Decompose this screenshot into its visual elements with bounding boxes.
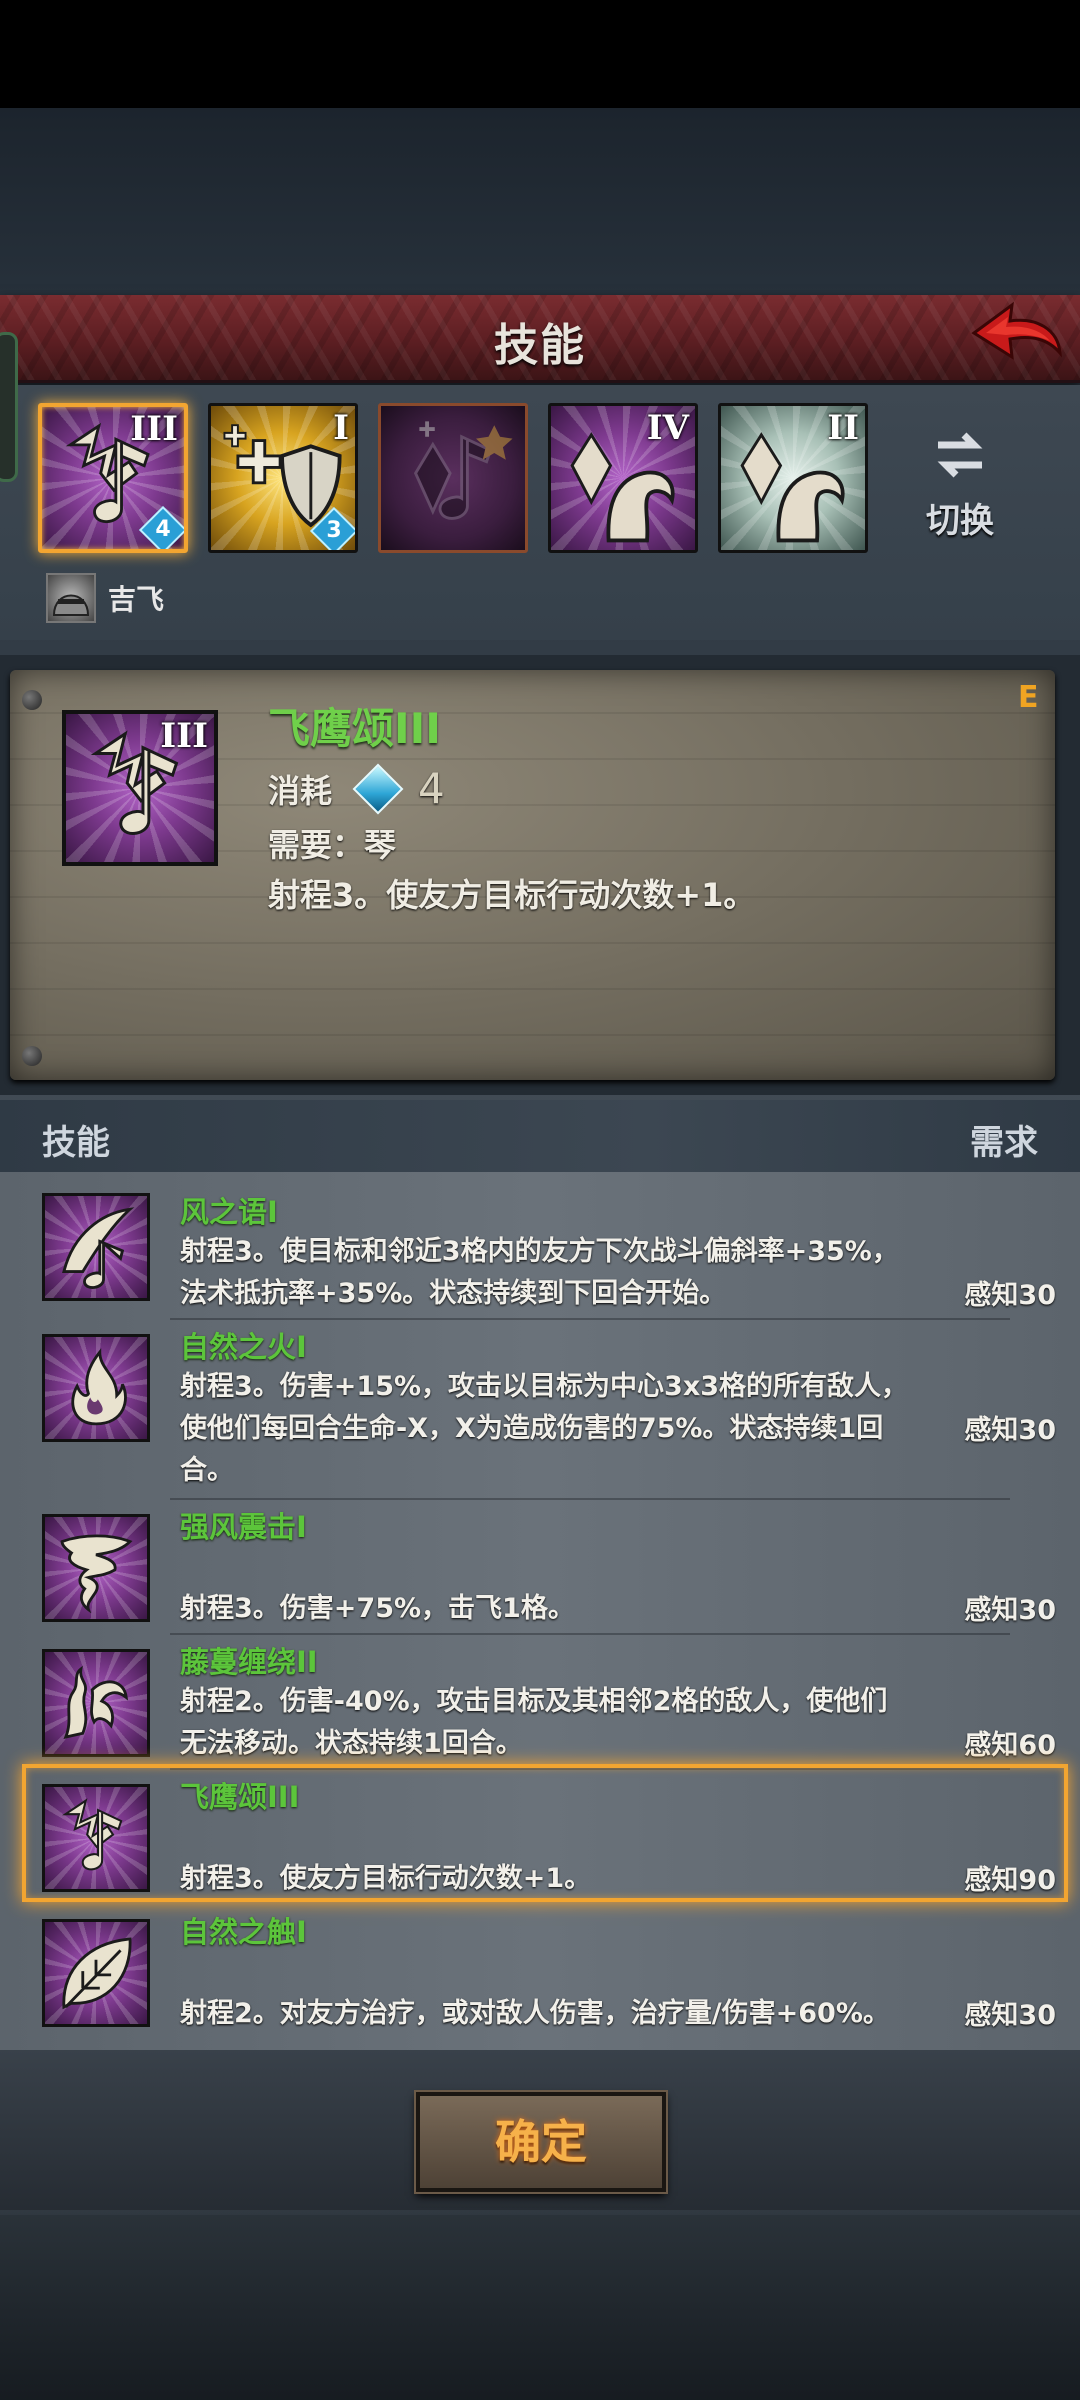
skill-requirement: 感知30 [964,1595,1056,1626]
skill-description: 射程3。使目标和邻近3格内的友方下次战斗偏斜率+35%，法术抵抗率+35%。状态… [180,1236,899,1309]
page-title: 技能 [494,320,586,371]
detail-cost: 消耗 4 [268,763,445,814]
list-header-skill: 技能 [42,1123,110,1163]
mana-gem-icon [352,763,404,814]
detail-description: 射程3。使友方目标行动次数+1。 [268,876,756,914]
list-item[interactable]: 藤蔓缠绕II 射程2。伤害-40%，攻击目标及其相邻2格的敌人，使他们无法移动。… [0,1635,1080,1770]
nail-decoration [22,1046,42,1066]
skill-slot-4[interactable]: IV [548,403,698,553]
skill-name: 自然之火I [180,1330,307,1364]
skill-requirement: 感知30 [964,1280,1056,1311]
feather-note-icon [42,1193,150,1301]
skill-name: 自然之触I [180,1915,307,1949]
slot-numeral: II [827,408,859,448]
list-item-selected[interactable]: 飞鹰颂III 射程3。使友方目标行动次数+1。 感知90 [0,1764,1080,1905]
owner-name: 吉飞 [108,583,165,616]
tornado-icon [42,1514,150,1622]
list-header-requirement: 需求 [970,1123,1038,1163]
skill-description: 射程3。伤害+75%，击飞1格。 [180,1593,575,1624]
vine-icon [42,1649,150,1757]
list-item[interactable]: 自然之火I 射程3。伤害+15%，攻击以目标为中心3x3格的所有敌人，使他们每回… [0,1320,1080,1500]
detail-skill-name: 飞鹰颂III [268,704,441,753]
empty-slot-icon [413,421,513,520]
slot-numeral: III [130,409,178,449]
rank-label: E [1018,680,1039,715]
list-header [0,1100,1080,1172]
back-button[interactable] [966,295,1066,381]
skill-description: 射程2。伤害-40%，攻击目标及其相邻2格的敌人，使他们无法移动。状态持续1回合… [180,1686,888,1759]
skill-requirement: 感知60 [964,1730,1056,1761]
skill-slot-2[interactable]: I 3 [208,403,358,553]
skill-description: 射程3。使友方目标行动次数+1。 [180,1863,592,1894]
slot-numeral: I [333,408,349,448]
owner-info: 吉飞 [46,573,164,623]
upper-band [0,108,1080,298]
skill-name: 飞鹰颂III [180,1780,300,1814]
leaf-icon [42,1919,150,2027]
slot-numeral: IV [646,408,689,448]
flame-icon [42,1334,150,1442]
detail-skill-icon: III [62,710,218,866]
status-bar-area [0,0,1080,108]
helmet-icon [52,594,90,616]
skill-description: 射程3。伤害+15%，攻击以目标为中心3x3格的所有敌人，使他们每回合生命-X，… [180,1371,909,1486]
nail-decoration [22,690,42,710]
skill-slot-1[interactable]: III 4 [38,403,188,553]
swap-arrows-icon [937,432,983,478]
back-arrow-icon [971,301,1062,360]
switch-button[interactable]: 切换 [915,425,1005,545]
skill-requirement: 感知30 [964,1415,1056,1446]
skill-slot-3[interactable] [378,403,528,553]
title-bar: 技能 [0,295,1080,383]
bottom-band [0,2215,1080,2400]
list-item[interactable]: 风之语I 射程3。使目标和邻近3格内的友方下次战斗偏斜率+35%，法术抵抗率+3… [0,1185,1080,1320]
confirm-button[interactable]: 确定 [416,2092,666,2192]
detail-numeral: III [160,716,208,756]
skill-description: 射程2。对友方治疗，或对敌人伤害，治疗量/伤害+60%。 [180,1998,890,2029]
switch-label: 切换 [926,501,994,541]
skill-name: 风之语I [180,1195,278,1229]
music-note-icon [42,1784,150,1892]
side-tab[interactable] [0,332,18,482]
avatar [46,573,96,623]
cost-value: 4 [418,764,445,813]
list-item[interactable]: 强风震击I 射程3。伤害+75%，击飞1格。 感知30 [0,1500,1080,1635]
list-item[interactable]: 自然之触I 射程2。对友方治疗，或对敌人伤害，治疗量/伤害+60%。 感知30 [0,1905,1080,2045]
skill-slot-5[interactable]: II [718,403,868,553]
skill-name: 藤蔓缠绕II [180,1645,318,1679]
skill-name: 强风震击I [180,1510,307,1544]
skill-requirement: 感知30 [964,2000,1056,2031]
skill-requirement: 感知90 [964,1865,1056,1896]
confirm-label: 确定 [495,2115,587,2169]
cost-label: 消耗 [268,771,333,810]
detail-requirement: 需要：琴 [268,826,397,864]
